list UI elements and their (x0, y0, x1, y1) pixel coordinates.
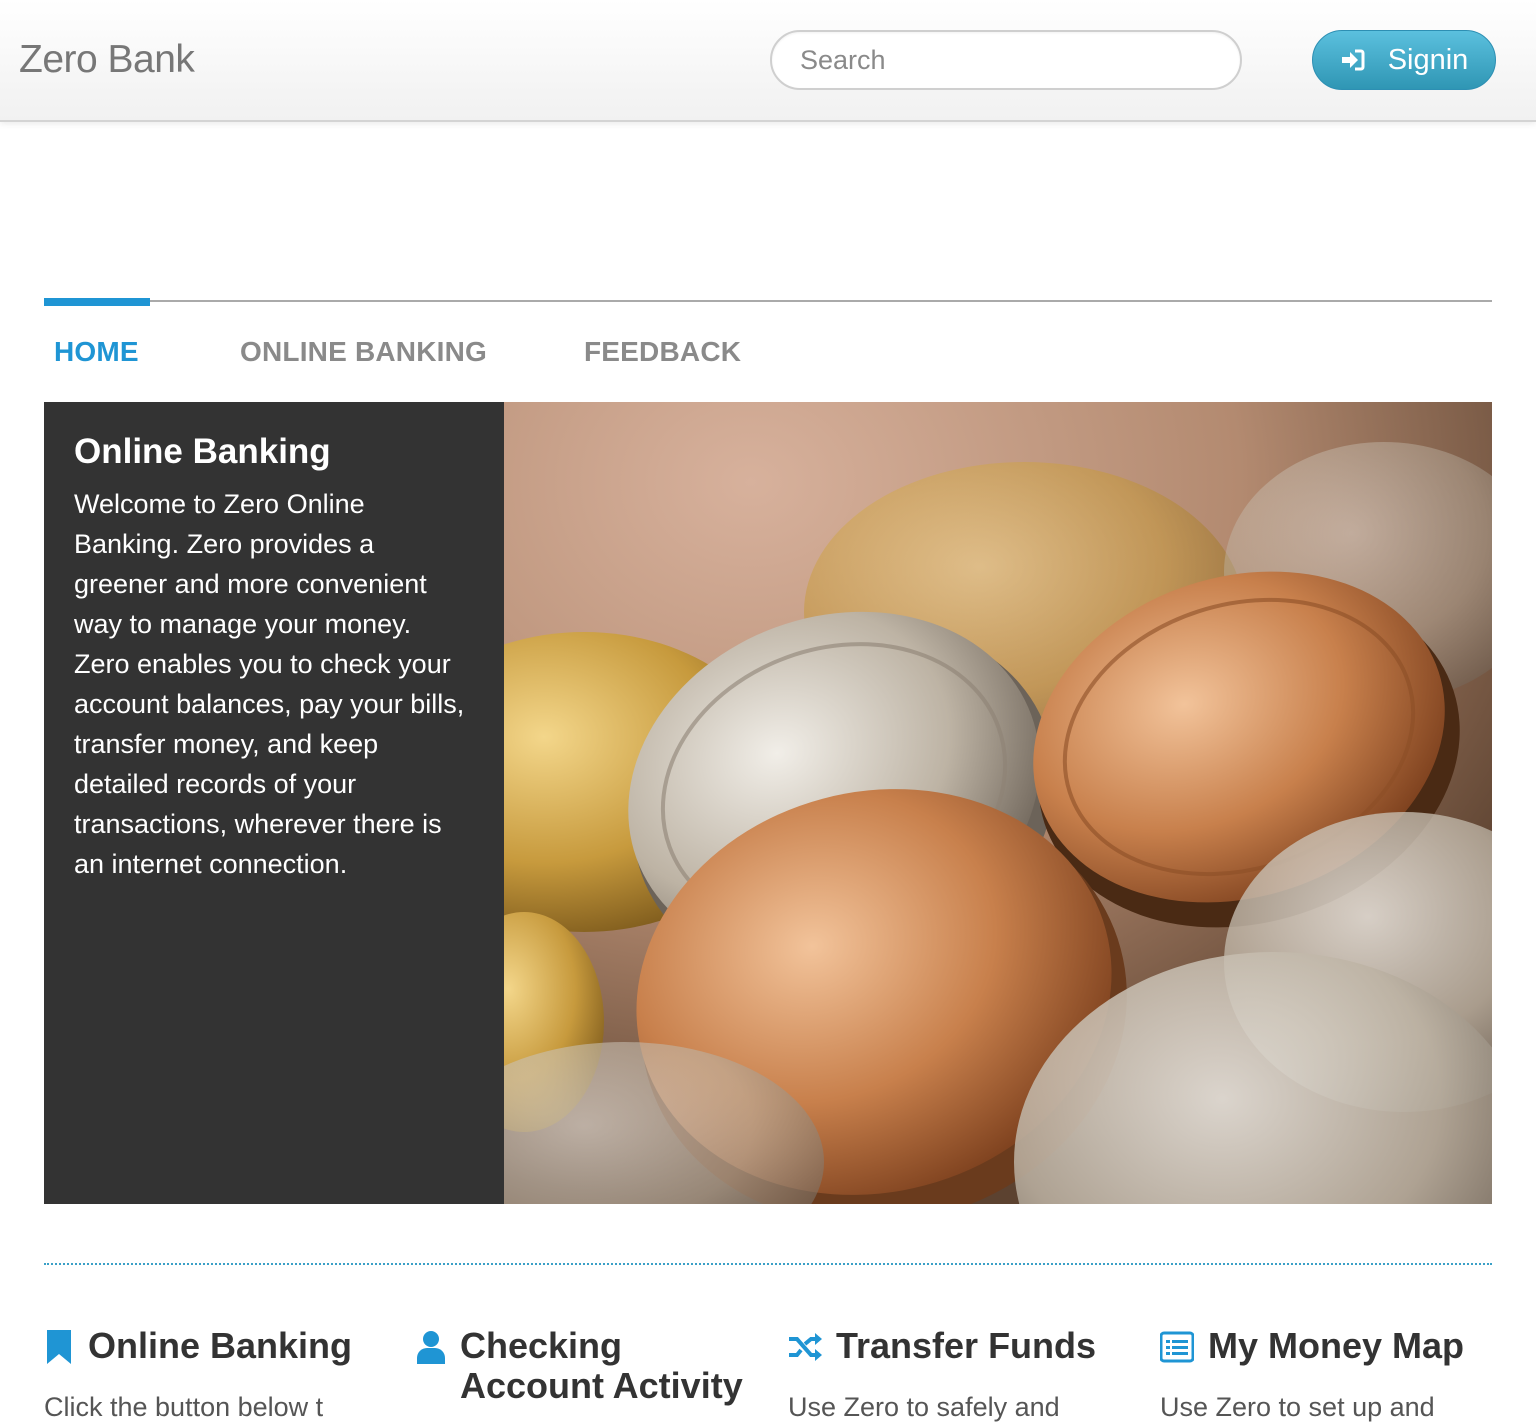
feature-online-banking: Online Banking Click the button below t (44, 1326, 374, 1423)
shuffle-icon (789, 1333, 822, 1361)
signin-button[interactable]: Signin (1312, 30, 1496, 90)
bookmark-icon (47, 1330, 71, 1364)
section-divider (44, 1263, 1492, 1265)
top-navbar: Zero Bank Signin (0, 0, 1536, 122)
user-icon (417, 1331, 445, 1364)
tab-online-banking[interactable]: ONLINE BANKING (240, 336, 487, 368)
search-input[interactable] (770, 30, 1242, 90)
list-icon (1160, 1331, 1194, 1363)
hero-section: Online Banking Welcome to Zero Online Ba… (44, 402, 1492, 1204)
hero-title: Online Banking (74, 432, 331, 471)
hero-text-panel: Online Banking Welcome to Zero Online Ba… (44, 402, 504, 1204)
feature-money-map: My Money Map Use Zero to set up and (1160, 1326, 1500, 1422)
feature-title[interactable]: Transfer Funds (836, 1326, 1096, 1366)
feature-title[interactable]: My Money Map (1208, 1326, 1464, 1366)
coins-image (504, 402, 1492, 1204)
sign-in-icon (1341, 49, 1365, 71)
feature-text: Use Zero to safely and (788, 1392, 1060, 1422)
feature-transfer-funds: Transfer Funds Use Zero to safely and (788, 1326, 1118, 1423)
tab-divider (44, 300, 1492, 302)
coins-illustration (504, 402, 1492, 1204)
feature-title[interactable]: Checking Account Activity (460, 1326, 746, 1406)
feature-text: Click the button below t (44, 1392, 324, 1422)
feature-title[interactable]: Online Banking (88, 1326, 352, 1366)
hero-description: Welcome to Zero Online Banking. Zero pro… (74, 489, 465, 879)
tab-feedback[interactable]: FEEDBACK (584, 336, 741, 368)
tab-active-indicator (44, 298, 150, 306)
feature-text: Use Zero to set up and (1160, 1392, 1435, 1422)
feature-checking-activity: Checking Account Activity (416, 1326, 746, 1406)
tab-home[interactable]: HOME (54, 336, 139, 368)
brand-logo[interactable]: Zero Bank (19, 38, 195, 82)
signin-label: Signin (1387, 43, 1469, 76)
